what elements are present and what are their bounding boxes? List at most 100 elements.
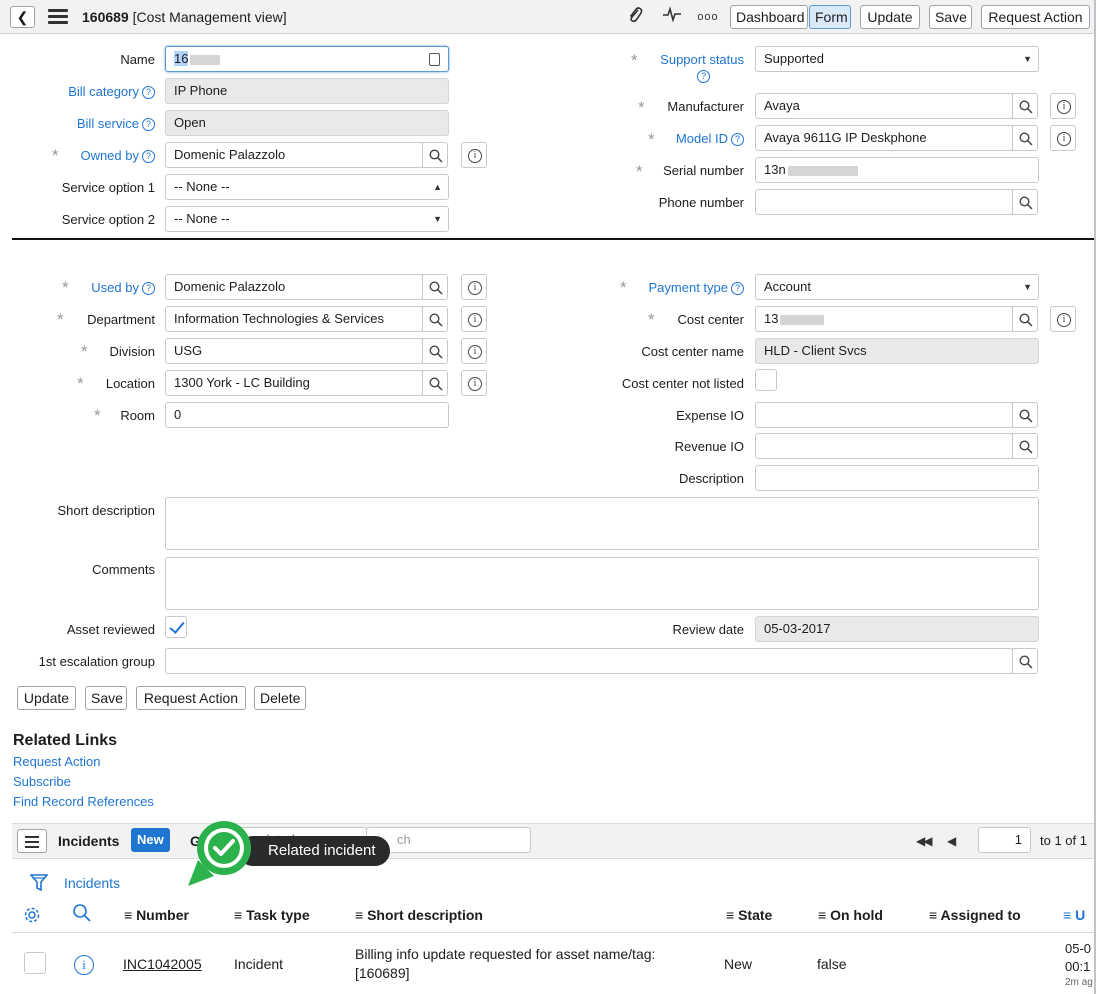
model-id-lookup-button[interactable] [1012,125,1038,151]
bill-category-label[interactable]: Bill category? [68,84,155,100]
model-id-label[interactable]: Model ID? [676,131,744,147]
previous-page-icon[interactable]: ◀ [947,834,956,848]
update-button[interactable]: Update [17,686,76,710]
payment-type-select[interactable]: Account ▼ [755,274,1039,300]
more-options-icon[interactable]: ooo [697,6,719,28]
location-input[interactable]: 1300 York - LC Building [165,370,423,396]
service-option-1-select[interactable]: -- None -- ▲ [165,174,449,200]
room-input[interactable]: 0 [165,402,449,428]
find-record-references-link[interactable]: Find Record References [13,794,154,809]
division-input[interactable]: USG [165,338,423,364]
revenue-io-input[interactable] [755,433,1013,459]
division-lookup-button[interactable] [422,338,448,364]
save-button[interactable]: Save [85,686,127,710]
column-header-task-type[interactable]: Task type [234,907,310,923]
attachment-icon[interactable] [624,6,646,28]
service-option-2-select[interactable]: -- None -- ▼ [165,206,449,232]
review-date-label: Review date [672,622,744,637]
column-header-assigned-to[interactable]: Assigned to [929,907,1021,923]
column-header-state[interactable]: State [726,907,772,923]
used-by-info-button[interactable]: i [461,274,487,300]
support-status-label[interactable]: Support status? [660,52,744,84]
department-lookup-button[interactable] [422,306,448,332]
header-save-button[interactable]: Save [929,5,972,29]
list-menu-button[interactable] [17,829,47,853]
column-header-short-description[interactable]: Short description [355,907,483,923]
required-icon: * [620,278,627,297]
row-select-checkbox[interactable] [24,952,46,974]
owned-by-info-button[interactable]: i [461,142,487,168]
department-input[interactable]: Information Technologies & Services [165,306,423,332]
used-by-input[interactable]: Domenic Palazzolo [165,274,423,300]
phone-number-lookup-button[interactable] [1012,189,1038,215]
owned-by-label[interactable]: Owned by? [80,148,155,164]
page-number-input[interactable]: 1 [978,827,1031,853]
support-status-select[interactable]: Supported ▼ [755,46,1039,72]
required-icon: * [631,51,638,70]
incident-number-link[interactable]: INC1042005 [123,955,202,973]
owned-by-lookup-button[interactable] [422,142,448,168]
search-icon[interactable] [72,903,92,923]
escalation-group-input[interactable] [165,648,1013,674]
expense-io-input[interactable] [755,402,1013,428]
subscribe-link[interactable]: Subscribe [13,774,71,789]
hamburger-menu-icon[interactable] [48,9,68,25]
help-icon[interactable]: ? [142,86,155,99]
column-header-updated[interactable]: U [1063,907,1085,923]
payment-type-label[interactable]: Payment type? [649,280,744,296]
request-action-link[interactable]: Request Action [13,754,100,769]
escalation-group-lookup-button[interactable] [1012,648,1038,674]
back-button[interactable]: ❮ [10,6,35,28]
short-description-textarea[interactable] [165,497,1039,550]
manufacturer-input[interactable]: Avaya [755,93,1013,119]
filter-breadcrumb-link[interactable]: Incidents [64,875,120,891]
column-header-number[interactable]: Number [124,907,189,923]
gear-icon[interactable] [23,906,41,924]
division-info-button[interactable]: i [461,338,487,364]
bill-service-label[interactable]: Bill service? [77,116,155,132]
manufacturer-info-button[interactable]: i [1050,93,1076,119]
asset-reviewed-checkbox[interactable] [165,616,187,638]
expense-io-lookup-button[interactable] [1012,402,1038,428]
delete-button[interactable]: Delete [254,686,306,710]
request-action-button[interactable]: Request Action [136,686,246,710]
help-icon[interactable]: ? [731,133,744,146]
new-incident-button[interactable]: New [131,828,170,852]
location-info-button[interactable]: i [461,370,487,396]
location-lookup-button[interactable] [422,370,448,396]
cost-center-not-listed-checkbox[interactable] [755,369,777,391]
help-icon[interactable]: ? [142,282,155,295]
model-id-input[interactable]: Avaya 9611G IP Deskphone [755,125,1013,151]
comments-textarea[interactable] [165,557,1039,610]
list-search-placeholder: ch [397,832,411,847]
cost-center-lookup-button[interactable] [1012,306,1038,332]
used-by-lookup-button[interactable] [422,274,448,300]
incidents-tab[interactable]: Incidents [58,833,119,849]
model-id-info-button[interactable]: i [1050,125,1076,151]
department-info-button[interactable]: i [461,306,487,332]
header-request-action-button[interactable]: Request Action [981,5,1090,29]
serial-number-input[interactable]: 13n [755,157,1039,183]
first-page-icon[interactable]: ◀◀ [916,834,933,848]
activity-icon[interactable] [661,6,683,28]
help-icon[interactable]: ? [697,70,711,83]
form-button[interactable]: Form [809,5,851,29]
filter-icon[interactable] [30,873,48,893]
phone-number-input[interactable] [755,189,1013,215]
list-search-input[interactable]: ch [366,827,531,853]
info-icon[interactable]: i [74,955,94,975]
description-input[interactable] [755,465,1039,491]
dashboard-button[interactable]: Dashboard [730,5,808,29]
help-icon[interactable]: ? [142,118,155,131]
help-icon[interactable]: ? [142,150,155,163]
manufacturer-lookup-button[interactable] [1012,93,1038,119]
header-update-button[interactable]: Update [860,5,920,29]
owned-by-input[interactable]: Domenic Palazzolo [165,142,423,168]
used-by-label[interactable]: Used by? [91,280,155,296]
cost-center-info-button[interactable]: i [1050,306,1076,332]
help-icon[interactable]: ? [731,282,744,295]
column-header-on-hold[interactable]: On hold [818,907,883,923]
name-input[interactable]: 16 [165,46,449,72]
cost-center-input[interactable]: 13 [755,306,1013,332]
revenue-io-lookup-button[interactable] [1012,433,1038,459]
